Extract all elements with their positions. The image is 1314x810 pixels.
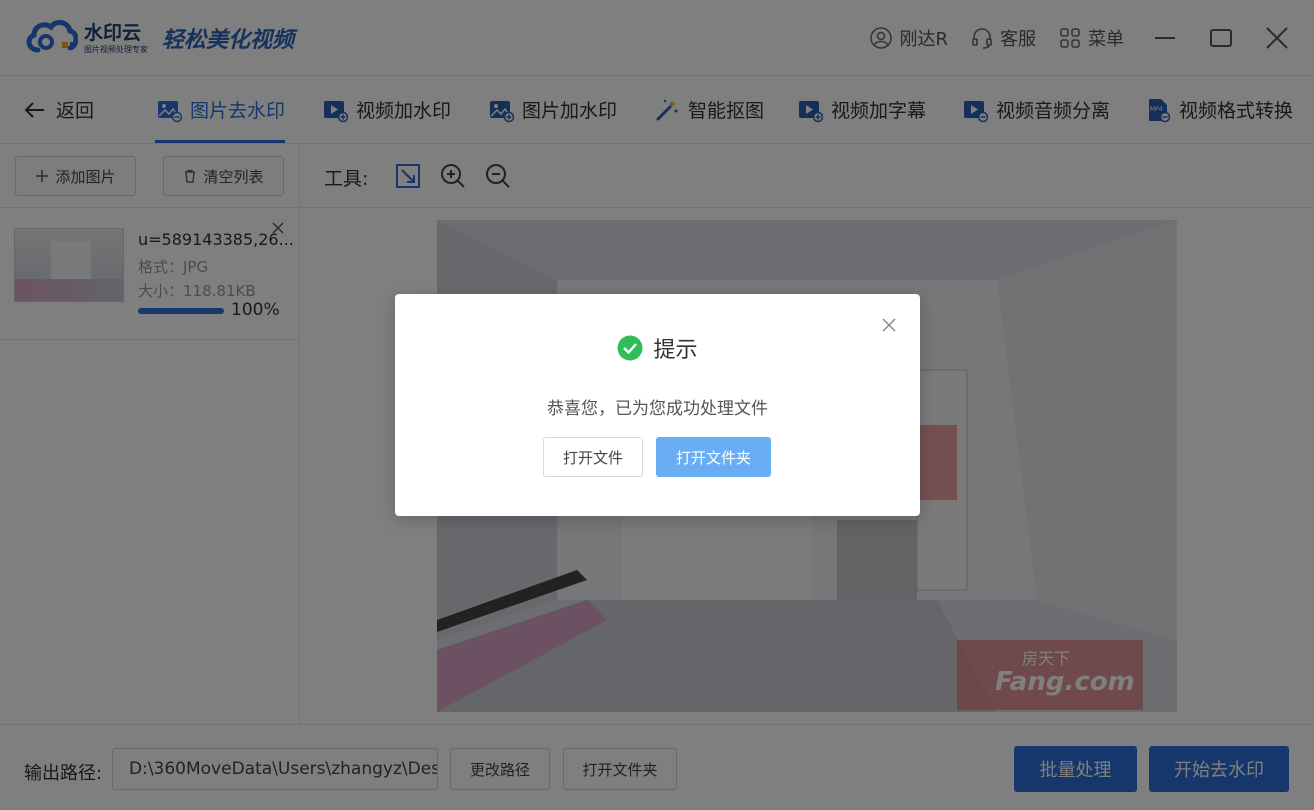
- dialog-header: 提示: [395, 332, 920, 364]
- open-file-button[interactable]: 打开文件: [543, 437, 643, 477]
- app-window: 水印云 图片视频处理专家 轻松美化视频 刚达R 客服 菜单: [0, 0, 1314, 810]
- dialog-title: 提示: [653, 338, 698, 363]
- success-check-icon: [617, 335, 643, 361]
- open-folder-dialog-button[interactable]: 打开文件夹: [656, 437, 771, 477]
- dialog-message: 恭喜您，已为您成功处理文件: [547, 399, 768, 419]
- success-dialog: 提示 恭喜您，已为您成功处理文件 打开文件 打开文件夹: [395, 294, 920, 516]
